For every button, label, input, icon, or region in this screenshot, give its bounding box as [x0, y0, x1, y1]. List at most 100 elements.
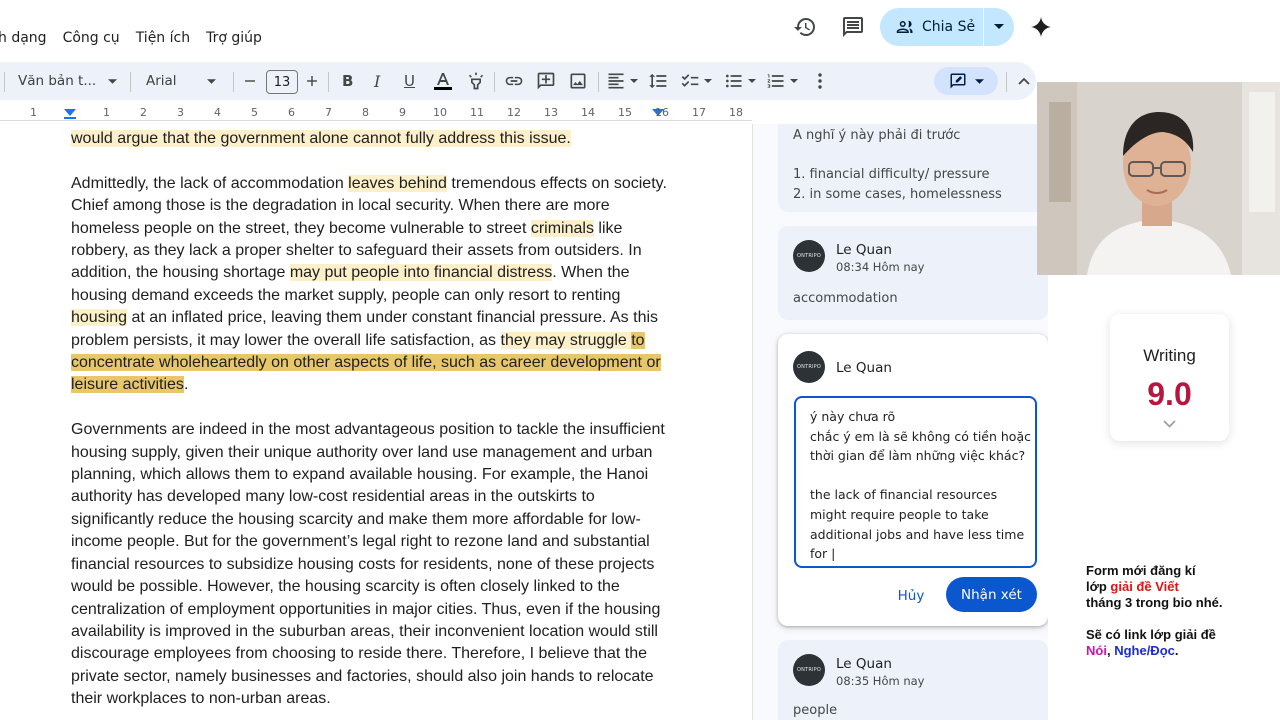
bulleted-list-icon[interactable]	[724, 62, 756, 100]
chevron-up-icon[interactable]	[1018, 62, 1030, 100]
ruler-number: 3	[177, 106, 184, 119]
paragraph: would argue that the government alone ca…	[71, 128, 671, 150]
style-select[interactable]: Văn bản t...	[18, 62, 118, 100]
menu-bar: h dạng Công cụ Tiện ích Trợ giúp	[0, 30, 262, 56]
ruler-number: 5	[251, 106, 258, 119]
active-comment-card[interactable]: ONTRIPO Le Quan ý này chưa rõ chắc ý em …	[778, 334, 1048, 626]
align-icon[interactable]	[606, 62, 638, 100]
bold-icon[interactable]: B	[342, 62, 353, 100]
comment-text: 2. in some cases, homelessness	[793, 187, 1002, 202]
ruler-number: 13	[544, 106, 558, 119]
comment-card[interactable]: ONTRIPO Le Quan 08:35 Hôm nay people	[778, 640, 1048, 720]
text-run: .	[183, 376, 189, 394]
toolbar-divider	[4, 72, 5, 92]
decrease-font-icon[interactable]	[244, 62, 256, 100]
promo-line: lớp giải đề Viết	[1086, 579, 1276, 595]
share-main[interactable]: Chia Sẻ	[880, 8, 983, 46]
menu-help[interactable]: Trợ giúp	[206, 30, 262, 56]
reply-textarea[interactable]: ý này chưa rõ chắc ý em là sẽ không có t…	[794, 396, 1037, 568]
promo-line: tháng 3 trong bio nhé.	[1086, 595, 1223, 610]
underline-icon[interactable]: U	[404, 62, 415, 100]
avatar: ONTRIPO	[793, 351, 825, 383]
insert-image-icon[interactable]	[568, 62, 588, 100]
ruler-number: 4	[214, 106, 221, 119]
promo-emphasis: giải đề Viết	[1110, 579, 1179, 594]
highlighted-text[interactable]: would argue that the government alone ca…	[71, 130, 571, 147]
comment-text: accommodation	[793, 291, 898, 306]
text-run: Admittedly, the lack of accommodation	[71, 174, 349, 192]
toolbar-divider	[494, 72, 495, 92]
comments-panel: A nghĩ ý này phải đi trước 1. financial …	[753, 124, 1048, 720]
formatting-toolbar: Văn bản t... Arial 13 B I U	[0, 62, 1036, 100]
presenter-video	[1037, 82, 1280, 275]
indent-marker-icon[interactable]	[64, 109, 76, 119]
menu-tools[interactable]: Công cụ	[63, 30, 120, 56]
ruler-number: 6	[288, 106, 295, 119]
menu-extensions[interactable]: Tiện ích	[136, 30, 190, 56]
increase-font-icon[interactable]	[306, 62, 318, 100]
comment-author: Le Quan	[836, 656, 892, 672]
highlighted-text[interactable]: housing	[71, 309, 128, 327]
avatar: ONTRIPO	[793, 240, 825, 272]
people-icon	[896, 20, 913, 33]
ruler-number: 8	[362, 106, 369, 119]
ruler-number: 18	[729, 106, 743, 119]
toolbar-divider	[130, 72, 131, 92]
highlighted-text[interactable]: may put people into financial distress	[289, 264, 553, 282]
promo-spacer	[1086, 611, 1276, 627]
comment-time: 08:34 Hôm nay	[836, 260, 925, 274]
numbered-list-icon[interactable]	[766, 62, 798, 100]
comment-card[interactable]: ONTRIPO Le Quan 08:34 Hôm nay accommodat…	[778, 226, 1048, 320]
ruler-number: 14	[581, 106, 595, 119]
gemini-icon[interactable]	[1026, 12, 1056, 42]
font-select[interactable]: Arial	[146, 62, 216, 100]
font-size-input[interactable]: 13	[266, 70, 298, 94]
promo-line: Form mới đăng kí	[1086, 563, 1196, 578]
promo-line: Sẽ có link lớp giải đề	[1086, 627, 1216, 642]
ruler-number: 16	[655, 106, 669, 119]
text-color-icon[interactable]	[432, 62, 454, 100]
link-icon[interactable]	[504, 62, 524, 100]
promo-text: lớp	[1086, 579, 1111, 594]
chevron-down-icon[interactable]	[984, 24, 1014, 30]
italic-icon[interactable]: I	[374, 62, 380, 100]
menu-format[interactable]: h dạng	[0, 30, 47, 56]
highlighted-text[interactable]: leaves behind	[348, 174, 447, 192]
editing-mode-button[interactable]	[934, 67, 998, 95]
highlighted-text[interactable]: they may struggle	[500, 331, 632, 349]
ruler-number: 2	[140, 106, 147, 119]
share-divider	[983, 8, 985, 46]
share-button[interactable]: Chia Sẻ	[880, 8, 1014, 46]
ruler-number: 15	[618, 106, 632, 119]
comment-author: Le Quan	[836, 242, 892, 258]
webcam-overlay	[1037, 82, 1280, 275]
ruler-number: 11	[470, 106, 484, 119]
comment-card[interactable]: A nghĩ ý này phải đi trước 1. financial …	[778, 124, 1048, 212]
font-value: Arial	[146, 73, 177, 89]
highlighted-text[interactable]: criminals	[530, 219, 594, 237]
ruler-number: 10	[433, 106, 447, 119]
comment-author: Le Quan	[836, 360, 892, 376]
line-spacing-icon[interactable]	[648, 62, 668, 100]
chevron-down-icon	[630, 79, 638, 83]
more-options-icon[interactable]	[814, 62, 826, 100]
promo-emphasis: Nói	[1086, 643, 1107, 658]
comment-history-icon[interactable]	[838, 12, 868, 42]
chevron-down-icon	[790, 79, 798, 83]
ruler[interactable]: 1 1 2 3 4 5 6 7 8 9 10 11 12 13 14 15 16…	[0, 104, 752, 124]
paragraph: Admittedly, the lack of accommodation le…	[71, 173, 671, 397]
ruler-number: 7	[325, 106, 332, 119]
document-page[interactable]: would argue that the government alone ca…	[0, 124, 752, 720]
ruler-number: 9	[399, 106, 406, 119]
cancel-button[interactable]: Hủy	[882, 579, 940, 613]
checklist-icon[interactable]	[680, 62, 712, 100]
highlight-icon[interactable]	[466, 62, 486, 100]
comment-time: 08:35 Hôm nay	[836, 674, 925, 688]
add-comment-icon[interactable]	[536, 62, 556, 100]
history-icon[interactable]	[790, 12, 820, 42]
submit-comment-button[interactable]: Nhận xét	[946, 577, 1037, 612]
document-body[interactable]: would argue that the government alone ca…	[71, 128, 671, 720]
comment-text: people	[793, 703, 838, 718]
avatar-label: ONTRIPO	[796, 253, 822, 259]
avatar-label: ONTRIPO	[796, 364, 822, 370]
